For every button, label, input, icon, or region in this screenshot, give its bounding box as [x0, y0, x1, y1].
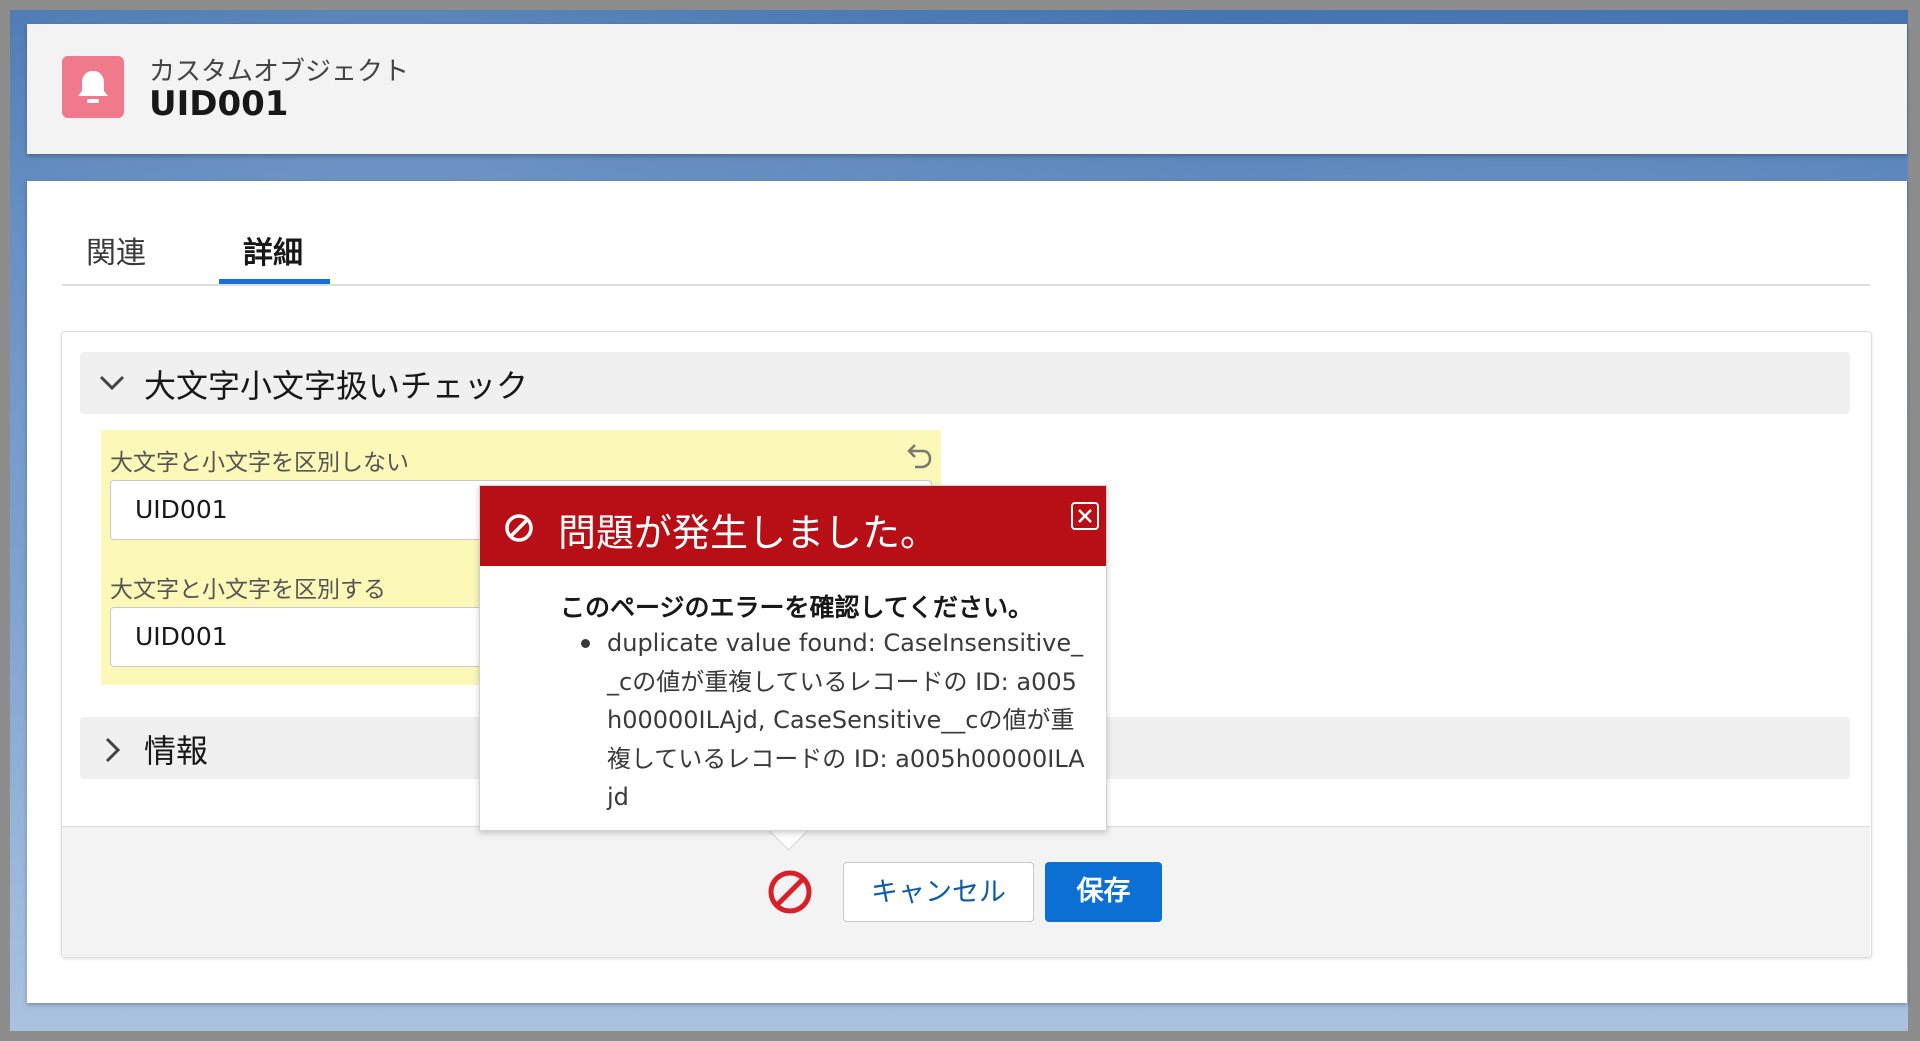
ban-icon [505, 514, 533, 542]
tab-details[interactable]: 詳細 [243, 228, 303, 272]
undo-icon[interactable] [903, 443, 933, 471]
close-icon [1078, 509, 1092, 523]
close-button[interactable] [1071, 502, 1099, 530]
error-heading: このページのエラーを確認してください。 [560, 593, 1034, 622]
chevron-down-icon[interactable] [98, 372, 126, 394]
save-button[interactable]: 保存 [1045, 862, 1162, 922]
error-popover-header: 問題が発生しました。 [480, 486, 1106, 566]
object-type-label: カスタムオブジェクト [149, 57, 410, 87]
tabs-divider [62, 284, 1870, 286]
error-message: duplicate value found: CaseInsensitive__… [607, 629, 1085, 811]
section-title-case-check: 大文字小文字扱いチェック [144, 367, 529, 405]
field-label-case-insensitive: 大文字と小文字を区別しない [110, 450, 409, 476]
chevron-right-icon[interactable] [102, 736, 124, 764]
error-popover-title: 問題が発生しました。 [558, 511, 939, 555]
section-title-info: 情報 [144, 732, 209, 770]
record-title: UID001 [149, 84, 289, 124]
tab-related[interactable]: 関連 [86, 228, 146, 272]
field-label-case-sensitive: 大文字と小文字を区別する [110, 577, 386, 603]
list-bullet [581, 639, 590, 648]
error-ban-icon[interactable] [766, 868, 814, 916]
object-icon [62, 56, 124, 118]
cancel-button[interactable]: キャンセル [843, 862, 1034, 922]
bell-icon [78, 71, 108, 103]
error-popover: 問題が発生しました。 このページのエラーを確認してください。 duplicate… [479, 485, 1107, 831]
record-header [27, 24, 1907, 154]
